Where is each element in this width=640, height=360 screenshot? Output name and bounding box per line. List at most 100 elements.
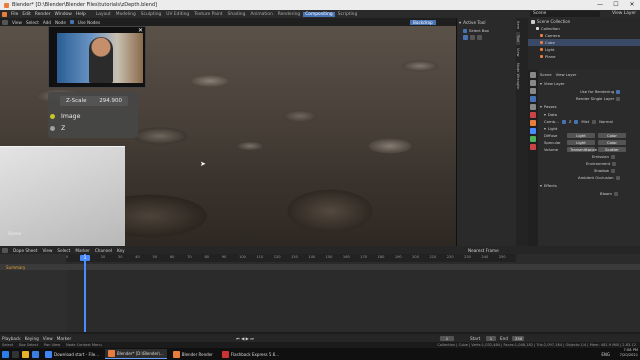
shadow-checkbox[interactable] bbox=[610, 168, 615, 173]
file-explorer-icon[interactable] bbox=[22, 350, 29, 358]
menu-view[interactable]: View bbox=[43, 336, 53, 341]
tab-animation[interactable]: Animation bbox=[248, 12, 274, 17]
use-nodes-checkbox[interactable] bbox=[69, 20, 74, 24]
frame-ruler[interactable]: 0102030405060708090100110120130140150160… bbox=[66, 254, 516, 262]
snap-mode[interactable]: Nearest Frame bbox=[468, 248, 499, 253]
bloom-checkbox[interactable] bbox=[614, 191, 619, 196]
tab-view[interactable]: View bbox=[516, 45, 520, 60]
emission-checkbox[interactable] bbox=[610, 154, 615, 159]
diffuse-color-button[interactable]: Color bbox=[598, 133, 626, 138]
start-field[interactable]: 1 bbox=[486, 335, 496, 341]
tab-tool[interactable]: Tool bbox=[516, 32, 520, 46]
menu-add[interactable]: Add bbox=[43, 20, 51, 25]
specular-light-button[interactable]: Light bbox=[567, 140, 595, 145]
menu-help[interactable]: Help bbox=[76, 12, 86, 17]
playhead[interactable] bbox=[84, 254, 86, 332]
backdrop-button[interactable]: Backdrop bbox=[410, 19, 436, 25]
tab-node-wrangler[interactable]: Node Wrangler bbox=[516, 60, 520, 93]
tool-props-icon[interactable] bbox=[530, 72, 536, 78]
menu-keying[interactable]: Keying bbox=[25, 336, 39, 341]
render-props-icon[interactable] bbox=[530, 80, 536, 86]
socket-z[interactable]: Z bbox=[50, 125, 65, 132]
output-props-icon[interactable] bbox=[530, 88, 536, 94]
tool-mode-alt2-icon[interactable] bbox=[477, 35, 482, 40]
outliner-item-cube[interactable]: Cube bbox=[528, 39, 640, 46]
close-window-button[interactable]: ✕ bbox=[624, 0, 640, 10]
blender-menu-icon[interactable] bbox=[2, 11, 7, 17]
scene-props-icon[interactable] bbox=[530, 104, 536, 110]
combined-checkbox[interactable] bbox=[561, 119, 566, 124]
close-icon[interactable]: ✕ bbox=[138, 27, 143, 34]
task-flashback[interactable]: Flashback Express 5.6... bbox=[219, 349, 282, 359]
tab-sculpting[interactable]: Sculpting bbox=[139, 12, 164, 17]
tab-scripting[interactable]: Scripting bbox=[336, 12, 360, 17]
menu-edit[interactable]: Edit bbox=[22, 12, 31, 17]
mist-checkbox[interactable] bbox=[592, 119, 597, 124]
menu-select[interactable]: Select bbox=[26, 20, 39, 25]
menu-marker[interactable]: Marker bbox=[57, 336, 71, 341]
task-blender[interactable]: Blender* [D:\Blender\... bbox=[104, 349, 167, 359]
render-single-layer-row[interactable]: Render Single Layer bbox=[540, 95, 640, 102]
menu-playback[interactable]: Playback bbox=[2, 336, 21, 341]
menu-render[interactable]: Render bbox=[35, 12, 51, 17]
environment-checkbox[interactable] bbox=[612, 161, 617, 166]
tool-mode-icon[interactable] bbox=[463, 35, 468, 40]
section-view-layer[interactable]: ▾ View Layer bbox=[540, 79, 640, 88]
image-socket-icon[interactable] bbox=[50, 114, 55, 119]
windows-start-icon[interactable] bbox=[2, 350, 9, 358]
z-socket-icon[interactable] bbox=[50, 126, 55, 131]
tab-item[interactable]: Item bbox=[516, 18, 520, 32]
outliner-item-plane[interactable]: Plane bbox=[528, 53, 640, 60]
tab-shading[interactable]: Shading bbox=[226, 12, 248, 17]
tab-rendering[interactable]: Rendering bbox=[276, 12, 302, 17]
view-layer-props-icon[interactable] bbox=[530, 96, 536, 102]
outliner-item-light[interactable]: Light bbox=[528, 46, 640, 53]
tool-mode-alt-icon[interactable] bbox=[470, 35, 475, 40]
z-checkbox[interactable] bbox=[574, 119, 579, 124]
render-single-layer-checkbox[interactable] bbox=[616, 96, 621, 101]
socket-image[interactable]: Image bbox=[50, 113, 80, 120]
select-box-icon[interactable] bbox=[463, 28, 467, 33]
tab-uv-editing[interactable]: UV Editing bbox=[164, 12, 191, 17]
editor-type-icon[interactable] bbox=[2, 19, 8, 25]
section-data[interactable]: ▾ Data bbox=[540, 111, 640, 118]
tab-layout[interactable]: Layout bbox=[94, 12, 113, 17]
play-controls-icon[interactable]: ⏮ ◀ ▶ ⏭ bbox=[236, 336, 254, 341]
section-light[interactable]: ▾ Light bbox=[540, 125, 640, 132]
material-props-icon[interactable] bbox=[530, 144, 536, 150]
language-indicator[interactable]: ENG bbox=[601, 352, 610, 357]
world-props-icon[interactable] bbox=[530, 112, 536, 118]
task-blender-render[interactable]: Blender Render bbox=[170, 349, 216, 359]
tab-compositing[interactable]: Compositing bbox=[303, 11, 335, 17]
view-layer-selector[interactable]: View Layer bbox=[612, 11, 636, 16]
task-download[interactable]: Download start - File... bbox=[42, 349, 102, 359]
use-for-rendering-row[interactable]: Use for Rendering bbox=[540, 88, 640, 95]
section-effects[interactable]: ▾ Effects bbox=[540, 181, 640, 190]
editor-type-icon[interactable] bbox=[2, 247, 8, 253]
tab-texture-paint[interactable]: Texture Paint bbox=[192, 12, 224, 17]
outliner-item-collection[interactable]: Collection bbox=[528, 25, 640, 32]
object-props-icon[interactable] bbox=[530, 120, 536, 126]
outliner-item-camera[interactable]: Camera bbox=[528, 32, 640, 39]
menu-select[interactable]: Select bbox=[57, 248, 70, 253]
end-field[interactable]: 250 bbox=[512, 335, 524, 341]
zscale-field[interactable]: Z-Scale 294.900 bbox=[60, 96, 128, 106]
specular-color-button[interactable]: Color bbox=[598, 140, 626, 145]
use-for-rendering-checkbox[interactable] bbox=[616, 89, 621, 94]
modifier-props-icon[interactable] bbox=[530, 128, 536, 134]
props-scene[interactable]: Scene bbox=[540, 72, 552, 77]
edge-icon[interactable] bbox=[32, 350, 39, 358]
menu-file[interactable]: File bbox=[11, 12, 18, 17]
summary-row[interactable]: Summary bbox=[0, 264, 640, 270]
menu-key[interactable]: Key bbox=[117, 248, 125, 253]
frame-field[interactable]: 1 bbox=[440, 335, 454, 341]
data-props-icon[interactable] bbox=[530, 136, 536, 142]
menu-channel[interactable]: Channel bbox=[95, 248, 112, 253]
diffuse-light-button[interactable]: Light bbox=[567, 133, 595, 138]
search-icon[interactable] bbox=[12, 350, 19, 358]
maximize-button[interactable]: ☐ bbox=[608, 0, 624, 10]
scene-selector[interactable]: Scene bbox=[530, 11, 600, 17]
minimize-button[interactable]: — bbox=[592, 0, 608, 10]
chevron-down-icon[interactable]: ▾ bbox=[459, 20, 461, 25]
clock[interactable]: 7:08 PM 7/20/2021 bbox=[620, 348, 638, 358]
